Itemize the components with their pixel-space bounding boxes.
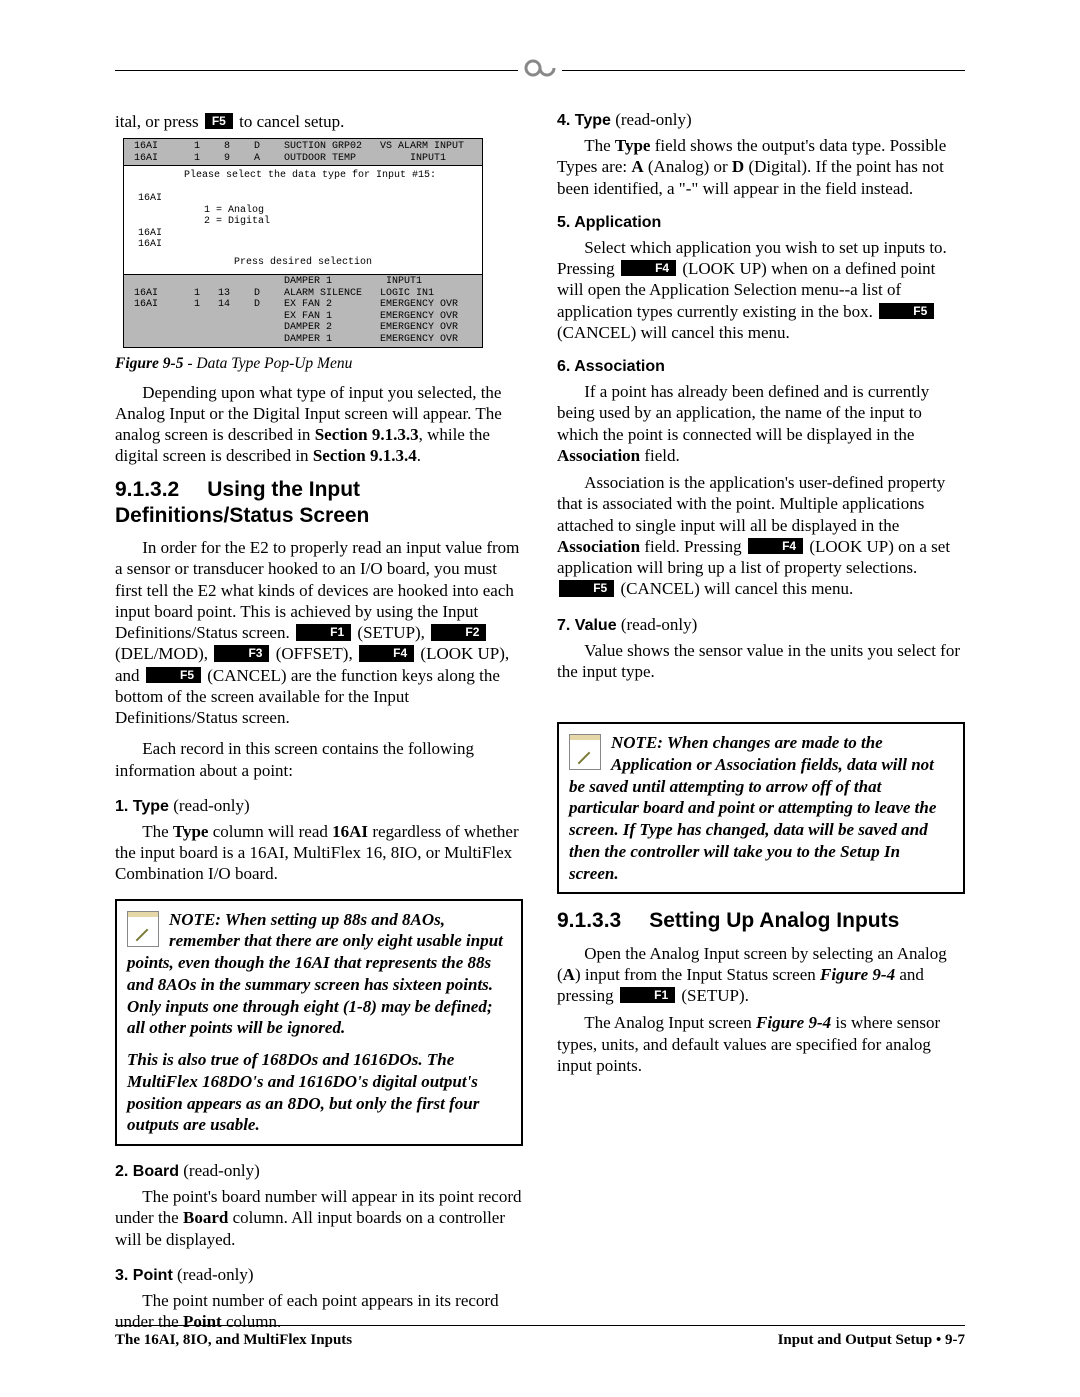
read-only-label: (read-only) bbox=[169, 796, 250, 815]
item-2-board: 2. Board (read-only) bbox=[115, 1160, 523, 1182]
read-only-label: (read-only) bbox=[617, 615, 698, 634]
fig-row: 16AI 1 8 D SUCTION GRP02 VS ALARM INPUT … bbox=[128, 141, 483, 153]
footer-left: The 16AI, 8IO, and MultiFlex Inputs bbox=[115, 1332, 352, 1349]
section-heading-9-1-3-2: 9.1.3.2Using the Input Definitions/Statu… bbox=[115, 477, 523, 530]
item-3-point: 3. Point (read-only) bbox=[115, 1264, 523, 1286]
header-rule bbox=[115, 70, 965, 71]
para: Select which application you wish to set… bbox=[557, 237, 965, 343]
note-box-1: NOTE: When setting up 88s and 8AOs, reme… bbox=[115, 899, 523, 1147]
fig-row: 16AI 1 9 A OUTDOOR TEMP INPUT1 NONE bbox=[128, 153, 483, 165]
f2-key-icon: F2 bbox=[431, 624, 486, 640]
f5-key-icon: F5 bbox=[205, 113, 233, 129]
left-column: ital, or press F5 to cancel setup. 16AI … bbox=[115, 109, 523, 1332]
note-text: NOTE: When setting up 88s and 8AOs, reme… bbox=[127, 909, 511, 1040]
para: The Analog Input screen Figure 9-4 is wh… bbox=[557, 1012, 965, 1076]
item-4-type: 4. Type (read-only) bbox=[557, 109, 965, 131]
txt: ital, or press bbox=[115, 112, 199, 131]
f1-key-icon: F1 bbox=[620, 987, 675, 1003]
figure-caption: Figure 9-5 - Data Type Pop-Up Menu bbox=[115, 354, 523, 373]
heading-number: 9.1.3.2 bbox=[115, 478, 179, 501]
para: Each record in this screen contains the … bbox=[115, 738, 523, 781]
heading-number: 9.1.3.3 bbox=[557, 909, 621, 932]
right-column: 4. Type (read-only) The Type field shows… bbox=[557, 109, 965, 1332]
fig-row: 16AI 1 13 D ALARM SILENCE LOGIC IN1 OFF bbox=[128, 288, 483, 300]
note-pencil-icon bbox=[569, 734, 601, 770]
figure-ref: Figure 9-4 bbox=[820, 965, 895, 984]
f3-key-icon: F3 bbox=[214, 645, 269, 661]
para: In order for the E2 to properly read an … bbox=[115, 537, 523, 728]
f1-key-icon: F1 bbox=[296, 624, 351, 640]
f4-key-icon: F4 bbox=[359, 645, 414, 661]
fig-opt: 2 = Digital bbox=[128, 216, 478, 228]
f4-key-icon: F4 bbox=[621, 260, 676, 276]
note-text: NOTE: When changes are made to the Appli… bbox=[569, 732, 953, 884]
para: Value shows the sensor value in the unit… bbox=[557, 640, 965, 683]
f5-key-icon: F5 bbox=[879, 303, 934, 319]
f5-key-icon: F5 bbox=[559, 580, 614, 596]
section-ref: Section 9.1.3.3 bbox=[315, 425, 419, 444]
fig-row: 16AI NONE bbox=[132, 228, 483, 240]
read-only-label: (read-only) bbox=[179, 1161, 260, 1180]
note-text: This is also true of 168DOs and 1616DOs.… bbox=[127, 1049, 511, 1136]
para: Depending upon what type of input you se… bbox=[115, 382, 523, 467]
caption-text: - Data Type Pop-Up Menu bbox=[183, 355, 352, 372]
fig-press: Press desired selection bbox=[128, 257, 478, 269]
fig-row: EX FAN 1 EMERGENCY OVR bbox=[128, 311, 458, 323]
fig-prompt: Please select the data type for Input #1… bbox=[128, 170, 478, 182]
para: The Type field shows the output's data t… bbox=[557, 135, 965, 199]
item-5-application: 5. Application bbox=[557, 213, 965, 233]
fig-row: DAMPER 2 EMERGENCY OVR bbox=[128, 322, 458, 334]
para: Association is the application's user-de… bbox=[557, 472, 965, 600]
page-footer: The 16AI, 8IO, and MultiFlex Inputs Inpu… bbox=[115, 1325, 965, 1349]
read-only-label: (read-only) bbox=[173, 1265, 254, 1284]
note-pencil-icon bbox=[127, 911, 159, 947]
f4-key-icon: F4 bbox=[748, 538, 803, 554]
fig-row: DAMPER 1 EMERGENCY OVR bbox=[128, 334, 458, 346]
fig-row: DAMPER 1 INPUT1 bbox=[128, 276, 422, 288]
txt: to cancel setup. bbox=[239, 112, 344, 131]
fig-opt: 1 = Analog bbox=[128, 205, 478, 217]
fig-row: 16AI 1 14 D EX FAN 2 EMERGENCY OVR OFF bbox=[128, 299, 483, 311]
logo-icon bbox=[518, 57, 562, 83]
f5-key-icon: F5 bbox=[146, 667, 201, 683]
para: The Type column will read 16AI regardles… bbox=[115, 821, 523, 885]
figure-ref: Figure 9-4 bbox=[756, 1013, 831, 1032]
footer-right: Input and Output Setup • 9-7 bbox=[778, 1332, 965, 1349]
heading-text: Setting Up Analog Inputs bbox=[649, 909, 899, 932]
para: If a point has already been defined and … bbox=[557, 381, 965, 466]
fig-row: 16AI bbox=[132, 193, 162, 205]
item-6-association: 6. Association bbox=[557, 357, 965, 377]
caption-label: Figure 9-5 bbox=[115, 355, 183, 372]
para: Open the Analog Input screen by selectin… bbox=[557, 943, 965, 1007]
item-1-type: 1. Type (read-only) bbox=[115, 795, 523, 817]
intro-line: ital, or press F5 to cancel setup. bbox=[115, 111, 523, 132]
fig-row: 16AI NONE bbox=[132, 239, 483, 251]
note-box-2: NOTE: When changes are made to the Appli… bbox=[557, 722, 965, 894]
section-heading-9-1-3-3: 9.1.3.3 Setting Up Analog Inputs bbox=[557, 908, 965, 934]
read-only-label: (read-only) bbox=[611, 110, 692, 129]
figure-9-5: 16AI 1 8 D SUCTION GRP02 VS ALARM INPUT … bbox=[123, 138, 483, 348]
para: The point's board number will appear in … bbox=[115, 1186, 523, 1250]
section-ref: Section 9.1.3.4 bbox=[313, 446, 417, 465]
item-7-value: 7. Value (read-only) bbox=[557, 614, 965, 636]
